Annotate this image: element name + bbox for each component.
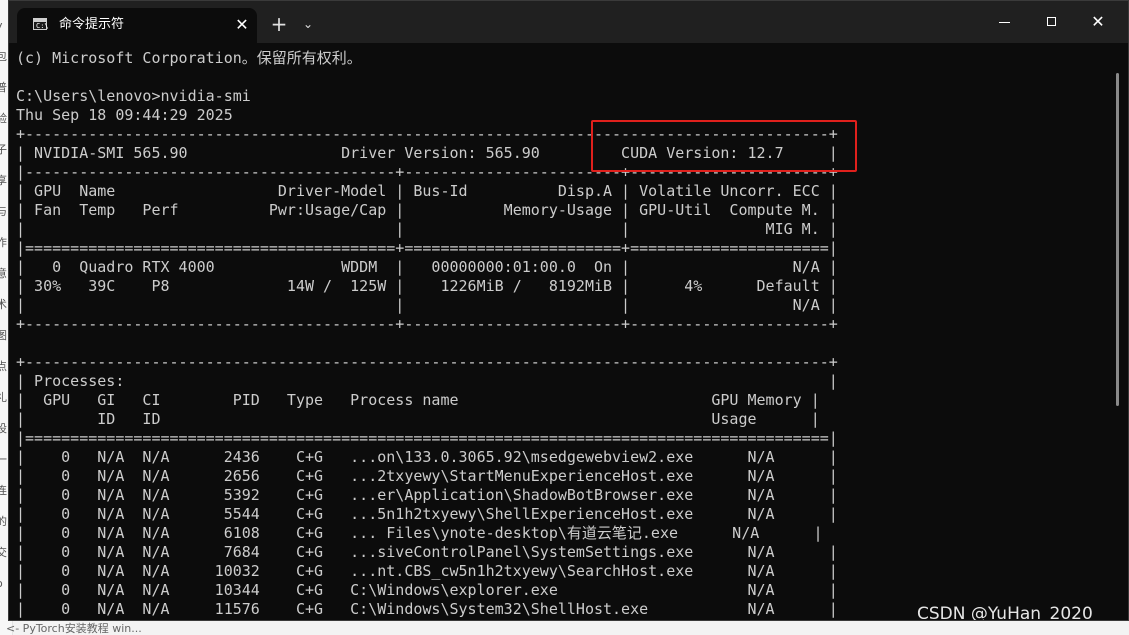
terminal-icon: C:\	[33, 18, 49, 30]
terminal-output[interactable]: (c) Microsoft Corporation。保留所有权利。 C:\User…	[16, 49, 1106, 620]
terminal-line: | 0 N/A N/A 5392 C+G ...er\Application\S…	[16, 486, 838, 504]
close-tab-icon[interactable]: ✕	[231, 14, 253, 36]
terminal-line: | 30% 39C P8 14W / 125W | 1226MiB / 8192…	[16, 277, 838, 295]
terminal-line: | 0 N/A N/A 10032 C+G ...nt.CBS_cw5n1h2t…	[16, 562, 838, 580]
terminal-line: (c) Microsoft Corporation。保留所有权利。	[16, 49, 362, 67]
terminal-line: | 0 N/A N/A 10344 C+G C:\Windows\explore…	[16, 581, 838, 599]
tab-title: 命令提示符	[59, 17, 125, 32]
terminal-line: | | | N/A |	[16, 296, 838, 314]
cuda-version-highlight-box	[591, 120, 857, 172]
terminal-line: | 0 Quadro RTX 4000 WDDM | 00000000:01:0…	[16, 258, 838, 276]
terminal-line: +---------------------------------------…	[16, 315, 838, 333]
terminal-line: Thu Sep 18 09:44:29 2025	[16, 106, 233, 124]
tab-command-prompt[interactable]: C:\ 命令提示符 ✕	[17, 8, 257, 43]
terminal-line: +---------------------------------------…	[16, 125, 838, 143]
new-tab-button[interactable]: +	[268, 13, 290, 35]
terminal-line: +---------------------------------------…	[16, 353, 838, 371]
terminal-line: | 0 N/A N/A 2436 C+G ...on\133.0.3065.92…	[16, 448, 838, 466]
minimize-button[interactable]	[982, 7, 1028, 37]
close-window-button[interactable]: ✕	[1075, 7, 1121, 37]
terminal-line: |---------------------------------------…	[16, 163, 838, 181]
terminal-line: | 0 N/A N/A 6108 C+G ... Files\ynote-des…	[16, 524, 823, 542]
terminal-line: | GPU Name Driver-Model | Bus-Id Disp.A …	[16, 182, 838, 200]
terminal-line: | Processes: |	[16, 372, 838, 390]
terminal-line: | ID ID Usage |	[16, 410, 820, 428]
command-prompt-window[interactable]: C:\ 命令提示符 ✕ + ⌄ ✕ (c) Microsoft Corporat…	[8, 0, 1129, 621]
chevron-down-icon[interactable]: ⌄	[297, 13, 319, 35]
terminal-line: C:\Users\lenovo>nvidia-smi	[16, 87, 251, 105]
maximize-button[interactable]	[1029, 7, 1075, 37]
terminal-line: | | | MIG M. |	[16, 220, 838, 238]
terminal-line: | NVIDIA-SMI 565.90 Driver Version: 565.…	[16, 144, 838, 162]
terminal-line: |=======================================…	[16, 239, 838, 257]
terminal-line: |=======================================…	[16, 429, 838, 447]
terminal-line: | GPU GI CI PID Type Process name GPU Me…	[16, 391, 820, 409]
terminal-line: | 0 N/A N/A 7684 C+G ...siveControlPanel…	[16, 543, 838, 561]
terminal-line: | Fan Temp Perf Pwr:Usage/Cap | Memory-U…	[16, 201, 838, 219]
background-page-link[interactable]: <- PyTorch安装教程 win...	[0, 622, 226, 635]
scrollbar[interactable]	[1116, 73, 1119, 406]
maximize-icon	[1047, 17, 1056, 26]
terminal-line: | 0 N/A N/A 2656 C+G ...2txyewy\StartMen…	[16, 467, 838, 485]
terminal-line: | 0 N/A N/A 5544 C+G ...5n1h2txyewy\Shel…	[16, 505, 838, 523]
title-bar[interactable]: C:\ 命令提示符 ✕ + ⌄ ✕	[9, 1, 1128, 43]
minimize-icon	[999, 22, 1010, 23]
watermark: CSDN @YuHan_2020	[917, 604, 1093, 621]
